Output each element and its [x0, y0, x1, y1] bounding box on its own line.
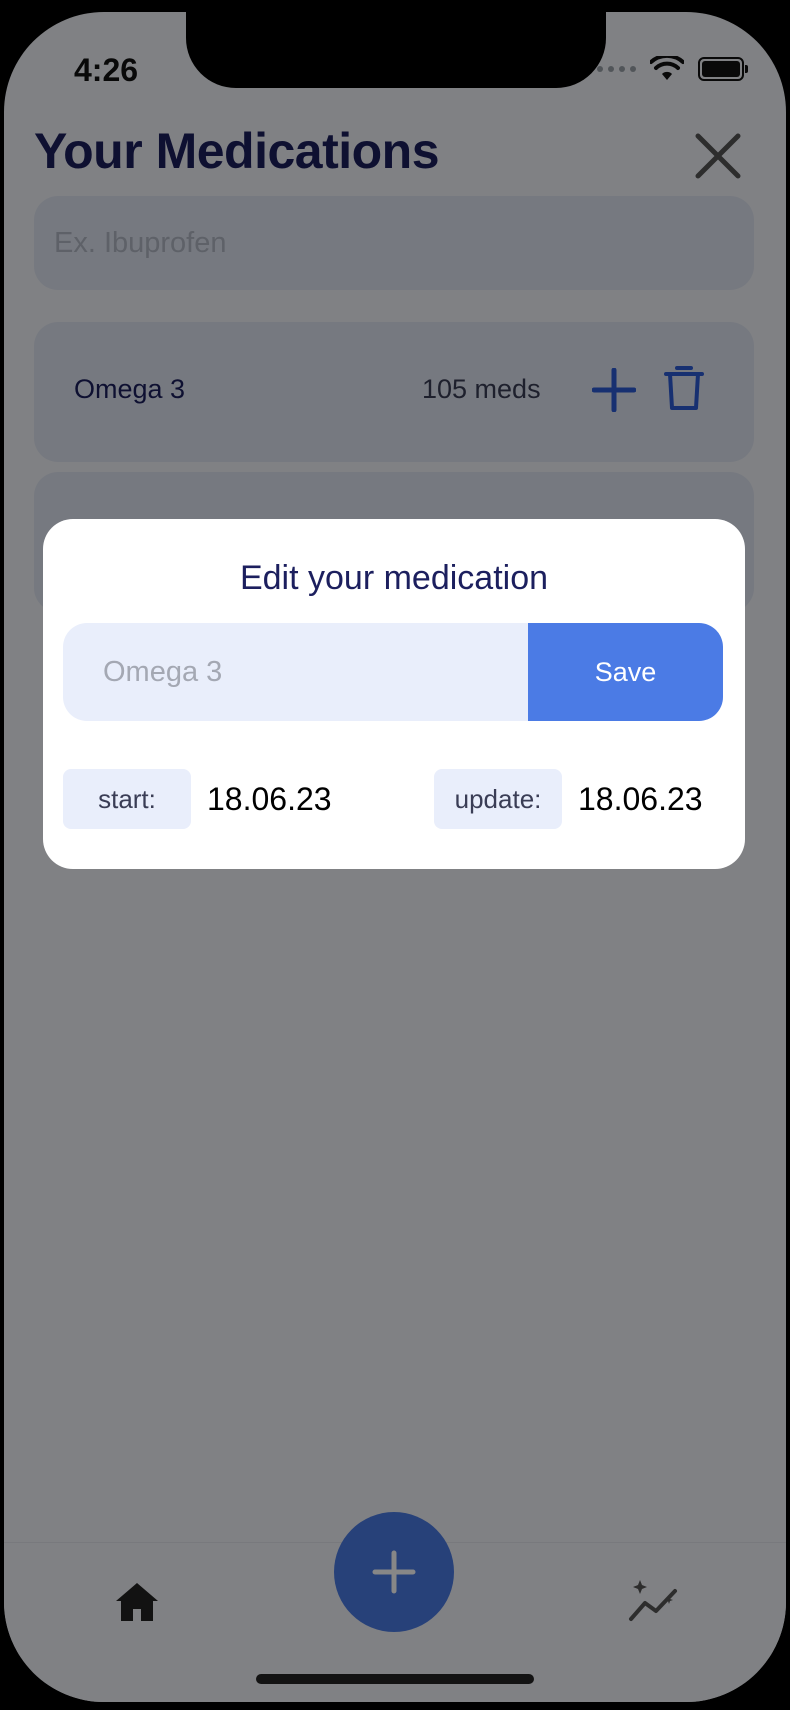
update-date-value: 18.06.23 — [578, 781, 703, 817]
edit-medication-dialog: Edit your medication Save start: 18.06.2… — [43, 519, 745, 869]
save-button[interactable]: Save — [528, 623, 723, 721]
update-date-label: update: — [434, 769, 562, 829]
dialog-title: Edit your medication — [239, 559, 549, 597]
start-date-label: start: — [63, 769, 191, 829]
edit-name-row: Save — [63, 623, 723, 721]
start-date-value: 18.06.23 — [207, 781, 332, 817]
medication-name-input[interactable] — [63, 623, 528, 721]
